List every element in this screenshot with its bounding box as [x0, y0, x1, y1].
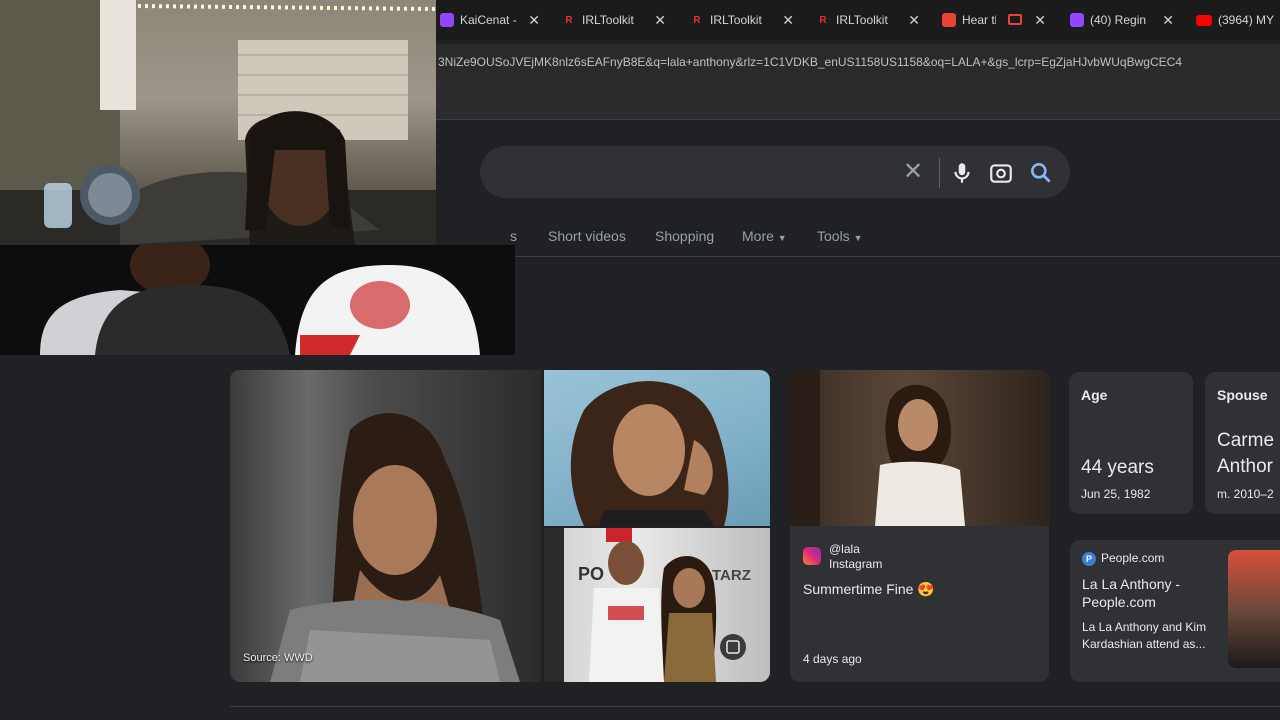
divider	[230, 706, 1280, 707]
browser-tab[interactable]: (40) Regin ✕	[1070, 6, 1174, 34]
close-icon[interactable]: ✕	[1034, 12, 1046, 29]
screen: KaiCenat - ✕ R IRLToolkit ✕ R IRLToolkit…	[0, 0, 1280, 720]
people-logo-icon: P	[1082, 552, 1096, 566]
search-divider	[939, 158, 940, 188]
irltoolkit-icon: R	[565, 14, 573, 26]
browser-tab[interactable]: (3964) MY	[1196, 6, 1280, 34]
search-input[interactable]	[480, 146, 1070, 198]
spouse-card[interactable]: Spouse Carme Anthor m. 2010–2	[1205, 372, 1280, 514]
close-icon[interactable]: ✕	[908, 12, 920, 29]
close-icon[interactable]: ✕	[654, 12, 666, 29]
news-snippet: La La Anthony and Kim Kardashian attend …	[1082, 620, 1207, 651]
webcam-scene	[40, 245, 480, 355]
backdrop-text: TARZ	[712, 567, 751, 584]
marriage-years: m. 2010–2	[1217, 487, 1274, 501]
tools-button[interactable]: Tools ▼	[817, 228, 863, 244]
instagram-source: Instagram	[829, 557, 883, 571]
chevron-down-icon: ▼	[853, 233, 863, 243]
microphone-icon[interactable]	[949, 160, 975, 186]
news-card[interactable]: P People.com La La Anthony - People.com …	[1070, 540, 1280, 682]
tab-more-label: More	[742, 228, 774, 244]
backdrop-text: PO	[578, 564, 604, 584]
post-timestamp: 4 days ago	[803, 652, 862, 666]
close-icon[interactable]: ✕	[1162, 12, 1174, 29]
recording-icon	[1008, 14, 1022, 25]
chevron-down-icon: ▼	[777, 233, 787, 243]
browser-tab[interactable]: R IRLToolkit ✕	[816, 6, 920, 34]
spouse-name: Carme	[1217, 430, 1275, 451]
tab-all[interactable]: s	[510, 228, 517, 244]
age-value: 44 years	[1081, 457, 1154, 478]
webcam-overlay	[0, 245, 515, 355]
youtube-icon	[1196, 14, 1212, 26]
tab-title: Hear tl	[962, 13, 996, 27]
event-photo: PO TARZ	[544, 528, 751, 682]
address-bar[interactable]: 3NiZe9OUSoJVEjMK8nlz6sEAFnyB8E&q=lala+an…	[436, 44, 1280, 80]
browser-tab[interactable]: R IRLToolkit ✕	[562, 6, 666, 34]
tabs-divider	[515, 256, 1280, 257]
browser-tab[interactable]: Hear tl ✕	[942, 6, 1046, 34]
browser-tab[interactable]: KaiCenat - ✕	[440, 6, 540, 34]
instagram-image[interactable]	[790, 370, 1049, 526]
irltoolkit-icon: R	[819, 14, 827, 26]
news-source: People.com	[1101, 551, 1165, 565]
portrait-photo	[790, 370, 965, 526]
tab-short-videos[interactable]: Short videos	[548, 228, 626, 244]
bookmarks-bar	[436, 80, 1280, 120]
close-icon[interactable]: ✕	[782, 12, 794, 29]
tab-title: IRLToolkit	[582, 13, 634, 27]
clear-search-icon[interactable]: ✕	[900, 160, 926, 186]
irltoolkit-icon: R	[693, 14, 701, 26]
portrait-photo	[270, 413, 520, 682]
twitch-icon	[1070, 13, 1084, 27]
tab-more[interactable]: More ▼	[742, 228, 787, 244]
birth-date: Jun 25, 1982	[1081, 487, 1151, 501]
portrait-photo	[570, 381, 729, 526]
instagram-handle: @lala	[829, 542, 860, 556]
instagram-icon	[803, 547, 821, 565]
webcam-overlay	[0, 0, 436, 245]
image-source: Source: WWD	[243, 652, 313, 664]
main-image[interactable]	[230, 370, 541, 682]
close-icon[interactable]: ✕	[528, 12, 540, 29]
spouse-name: Anthor	[1217, 456, 1273, 477]
tab-title: (40) Regin	[1090, 13, 1147, 27]
twitch-icon	[440, 13, 454, 27]
spouse-label: Spouse	[1217, 387, 1268, 403]
age-label: Age	[1081, 387, 1108, 403]
browser-tab[interactable]: R IRLToolkit ✕	[690, 6, 794, 34]
tab-shopping[interactable]: Shopping	[655, 228, 714, 244]
tools-label: Tools	[817, 228, 850, 244]
instagram-caption[interactable]: Summertime Fine 😍	[803, 581, 935, 598]
news-thumbnail	[1228, 550, 1280, 668]
tab-title: IRLToolkit	[710, 13, 762, 27]
image-thumbnail[interactable]: PO TARZ	[544, 528, 770, 682]
search-icon[interactable]	[1028, 160, 1054, 186]
webcam-scene	[0, 0, 436, 245]
tab-title: IRLToolkit	[836, 13, 888, 27]
tab-title: (3964) MY	[1218, 13, 1275, 27]
tab-title: KaiCenat -	[460, 13, 517, 27]
media-icon	[942, 13, 956, 27]
lens-camera-icon[interactable]	[988, 160, 1014, 186]
image-thumbnail[interactable]	[544, 370, 770, 526]
news-title: La La Anthony - People.com	[1082, 576, 1181, 610]
